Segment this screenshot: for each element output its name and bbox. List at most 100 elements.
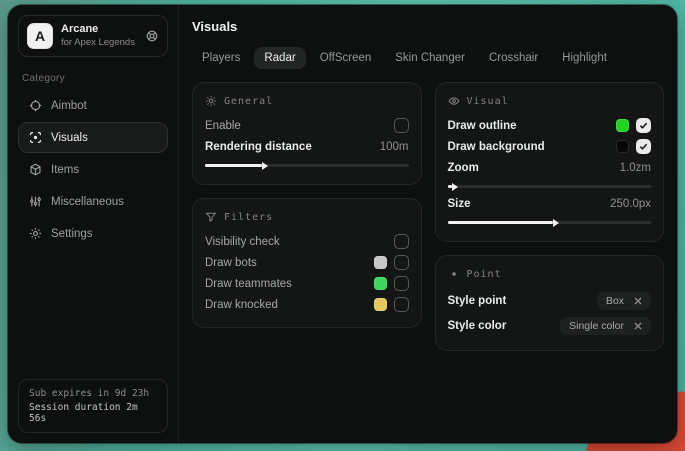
draw-bots-row: Draw bots (205, 252, 409, 273)
draw-bots-color-swatch[interactable] (374, 256, 387, 269)
style-point-value: Box (606, 295, 624, 307)
draw-teammates-row: Draw teammates (205, 273, 409, 294)
draw-knocked-color-swatch[interactable] (374, 298, 387, 311)
section-title: Point (467, 269, 502, 280)
tab-radar[interactable]: Radar (254, 47, 305, 69)
enable-checkbox[interactable] (394, 118, 409, 133)
rendering-distance-slider[interactable] (205, 161, 409, 170)
sidebar-item-label: Items (51, 164, 79, 176)
slider-fill (448, 221, 554, 224)
sidebar: A Arcane for Apex Legends Category (8, 5, 179, 443)
sidebar-item-label: Visuals (51, 132, 88, 144)
visibility-check-checkbox[interactable] (394, 234, 409, 249)
draw-teammates-checkbox[interactable] (394, 276, 409, 291)
clear-x-icon[interactable] (634, 322, 642, 330)
subscription-info-card: Sub expires in 9d 23h Session duration 2… (18, 379, 168, 433)
filters-card-header: Filters (205, 211, 409, 223)
funnel-icon (205, 211, 217, 223)
slider-track (448, 185, 652, 188)
rendering-distance-row: Rendering distance 100m (205, 136, 409, 157)
sidebar-item-label: Settings (51, 228, 93, 240)
visibility-check-row: Visibility check (205, 231, 409, 252)
filters-card: Filters Visibility check Draw bots (192, 198, 422, 328)
style-point-select[interactable]: Box (597, 292, 651, 310)
app-logo: A (27, 23, 53, 49)
size-label: Size (448, 198, 471, 210)
rendering-distance-value: 100m (380, 141, 409, 153)
draw-outline-checkbox[interactable] (636, 118, 651, 133)
sliders-icon (29, 195, 42, 208)
enable-label: Enable (205, 120, 241, 132)
draw-outline-label: Draw outline (448, 120, 517, 132)
size-row: Size 250.0px (448, 193, 652, 214)
slider-fill (448, 185, 452, 188)
draw-teammates-color-swatch[interactable] (374, 277, 387, 290)
right-column: Visual Draw outline (435, 82, 665, 351)
section-title: General (224, 96, 273, 107)
tab-highlight[interactable]: Highlight (552, 47, 617, 69)
sidebar-nav: Aimbot Visuals Items (18, 90, 168, 249)
tab-crosshair[interactable]: Crosshair (479, 47, 548, 69)
enable-row: Enable (205, 115, 409, 136)
style-color-label: Style color (448, 320, 507, 332)
slider-fill (205, 164, 262, 167)
draw-teammates-label: Draw teammates (205, 278, 292, 290)
main-panel: Visuals Players Radar OffScreen Skin Cha… (179, 5, 677, 443)
visual-card: Visual Draw outline (435, 82, 665, 242)
app-titles: Arcane for Apex Legends (61, 23, 137, 49)
sub-expires-text: Sub expires in 9d 23h (29, 388, 157, 399)
zoom-slider[interactable] (448, 182, 652, 191)
gear-icon (205, 95, 217, 107)
size-slider[interactable] (448, 218, 652, 227)
sidebar-item-label: Aimbot (51, 100, 87, 112)
point-card-header: Point (448, 268, 652, 280)
sidebar-item-items[interactable]: Items (18, 154, 168, 185)
section-title: Filters (224, 212, 273, 223)
style-point-label: Style point (448, 295, 507, 307)
rendering-distance-label: Rendering distance (205, 141, 312, 153)
draw-background-row: Draw background (448, 136, 652, 157)
zoom-value: 1.0zm (620, 162, 651, 174)
style-color-select[interactable]: Single color (560, 317, 651, 335)
scan-eye-icon (29, 131, 42, 144)
draw-outline-row: Draw outline (448, 115, 652, 136)
clear-x-icon[interactable] (634, 297, 642, 305)
sidebar-item-aimbot[interactable]: Aimbot (18, 90, 168, 121)
settings-gear-icon[interactable] (145, 29, 159, 43)
left-column: General Enable Rendering distance 100m (192, 82, 422, 328)
general-card-header: General (205, 95, 409, 107)
draw-outline-color-swatch[interactable] (616, 119, 629, 132)
visibility-check-label: Visibility check (205, 236, 280, 248)
sidebar-item-visuals[interactable]: Visuals (18, 122, 168, 153)
sidebar-item-settings[interactable]: Settings (18, 218, 168, 249)
tab-skin-changer[interactable]: Skin Changer (385, 47, 475, 69)
package-icon (29, 163, 42, 176)
check-icon (639, 142, 648, 151)
check-icon (639, 121, 648, 130)
session-duration-text: Session duration 2m 56s (29, 402, 157, 424)
app-name: Arcane (61, 23, 137, 37)
general-card: General Enable Rendering distance 100m (192, 82, 422, 185)
draw-bots-checkbox[interactable] (394, 255, 409, 270)
tab-bar: Players Radar OffScreen Skin Changer Cro… (192, 47, 664, 69)
point-dot-icon (448, 268, 460, 280)
draw-background-label: Draw background (448, 141, 545, 153)
sidebar-item-miscellaneous[interactable]: Miscellaneous (18, 186, 168, 217)
app-header-card: A Arcane for Apex Legends (18, 15, 168, 57)
tab-players[interactable]: Players (192, 47, 250, 69)
category-label: Category (22, 73, 164, 84)
crosshair-icon (29, 99, 42, 112)
tab-offscreen[interactable]: OffScreen (310, 47, 382, 69)
page-title: Visuals (192, 19, 664, 34)
style-color-value: Single color (569, 320, 624, 332)
section-title: Visual (467, 96, 509, 107)
style-point-row: Style point Box (448, 288, 652, 313)
draw-knocked-label: Draw knocked (205, 299, 278, 311)
app-subtitle: for Apex Legends (61, 37, 137, 49)
zoom-label: Zoom (448, 162, 479, 174)
visual-card-header: Visual (448, 95, 652, 107)
draw-background-color-swatch[interactable] (616, 140, 629, 153)
draw-background-checkbox[interactable] (636, 139, 651, 154)
draw-knocked-checkbox[interactable] (394, 297, 409, 312)
zoom-row: Zoom 1.0zm (448, 157, 652, 178)
